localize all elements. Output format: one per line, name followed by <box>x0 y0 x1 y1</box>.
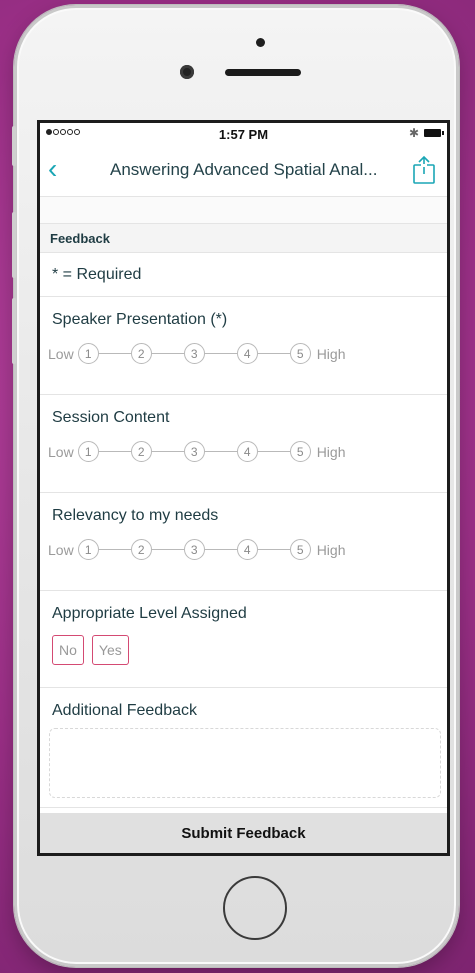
proximity-sensor <box>256 38 265 47</box>
rating-option-5[interactable]: 5 <box>289 343 311 364</box>
scale-high-label: High <box>316 443 346 460</box>
rating-option-2[interactable]: 2 <box>130 343 152 364</box>
rating-option-4[interactable]: 4 <box>236 441 258 462</box>
additional-feedback-label: Additional Feedback <box>52 702 197 719</box>
rating-scale: Low 1 2 3 4 5 High <box>48 539 345 560</box>
nav-bar: ‹ Answering Advanced Spatial Anal... <box>40 145 447 197</box>
rating-option-5[interactable]: 5 <box>289 539 311 560</box>
rating-scale: Low 1 2 3 4 5 High <box>48 441 345 462</box>
scale-connector <box>151 548 184 551</box>
mute-switch <box>12 126 16 166</box>
scale-connector <box>257 450 290 453</box>
scale-low-label: Low <box>48 541 74 558</box>
rating-option-4[interactable]: 4 <box>236 343 258 364</box>
front-camera <box>180 65 194 79</box>
page-title: Answering Advanced Spatial Anal... <box>110 160 378 179</box>
rating-option-3[interactable]: 3 <box>183 441 205 462</box>
app-screen: 1:57 PM ✱ ‹ Answering Advanced Spatial A… <box>37 120 450 856</box>
rating-session-content: Session Content Low 1 2 3 4 5 High <box>40 395 447 493</box>
scale-connector <box>204 548 237 551</box>
section-header: Feedback <box>40 224 447 253</box>
scale-low-label: Low <box>48 443 74 460</box>
scale-connector <box>151 450 184 453</box>
status-time: 1:57 PM <box>218 127 269 142</box>
volume-up-button <box>12 212 16 278</box>
scale-connector <box>98 352 131 355</box>
rating-speaker-presentation: Speaker Presentation (*) Low 1 2 3 4 5 H… <box>40 297 447 395</box>
rating-scale: Low 1 2 3 4 5 High <box>48 343 345 364</box>
appropriate-level-question: Appropriate Level Assigned No Yes <box>40 591 447 688</box>
additional-feedback: Additional Feedback <box>40 688 447 808</box>
submit-feedback-button[interactable]: Submit Feedback <box>40 813 447 853</box>
additional-feedback-textarea[interactable] <box>49 728 441 798</box>
spacer <box>40 197 447 224</box>
share-icon[interactable] <box>411 155 437 185</box>
rating-option-1[interactable]: 1 <box>77 539 99 560</box>
rating-option-3[interactable]: 3 <box>183 539 205 560</box>
rating-option-2[interactable]: 2 <box>130 441 152 462</box>
scale-connector <box>98 450 131 453</box>
rating-option-2[interactable]: 2 <box>130 539 152 560</box>
level-question-label: Appropriate Level Assigned <box>52 605 247 622</box>
yes-option-button[interactable]: Yes <box>91 635 129 665</box>
scale-connector <box>204 450 237 453</box>
scale-low-label: Low <box>48 345 74 362</box>
battery-icon <box>424 129 444 137</box>
rating-relevancy: Relevancy to my needs Low 1 2 3 4 5 High <box>40 493 447 591</box>
status-bar: 1:57 PM ✱ <box>40 123 447 145</box>
rating-question: Session Content <box>52 409 170 426</box>
scale-high-label: High <box>316 345 346 362</box>
volume-down-button <box>12 298 16 364</box>
rating-option-1[interactable]: 1 <box>77 343 99 364</box>
earpiece-speaker <box>225 69 301 76</box>
level-options: No Yes <box>52 635 129 665</box>
required-note: * = Required <box>40 253 447 297</box>
back-chevron-icon[interactable]: ‹ <box>48 155 57 183</box>
rating-option-3[interactable]: 3 <box>183 343 205 364</box>
scale-high-label: High <box>316 541 346 558</box>
rating-option-4[interactable]: 4 <box>236 539 258 560</box>
rating-question: Speaker Presentation (*) <box>52 311 228 328</box>
home-button[interactable] <box>223 876 287 940</box>
rating-question: Relevancy to my needs <box>52 507 219 524</box>
scale-connector <box>257 548 290 551</box>
bluetooth-icon: ✱ <box>408 126 419 140</box>
scale-connector <box>151 352 184 355</box>
scale-connector <box>204 352 237 355</box>
no-option-button[interactable]: No <box>52 635 84 665</box>
rating-option-5[interactable]: 5 <box>289 441 311 462</box>
scale-connector <box>257 352 290 355</box>
rating-option-1[interactable]: 1 <box>77 441 99 462</box>
scale-connector <box>98 548 131 551</box>
